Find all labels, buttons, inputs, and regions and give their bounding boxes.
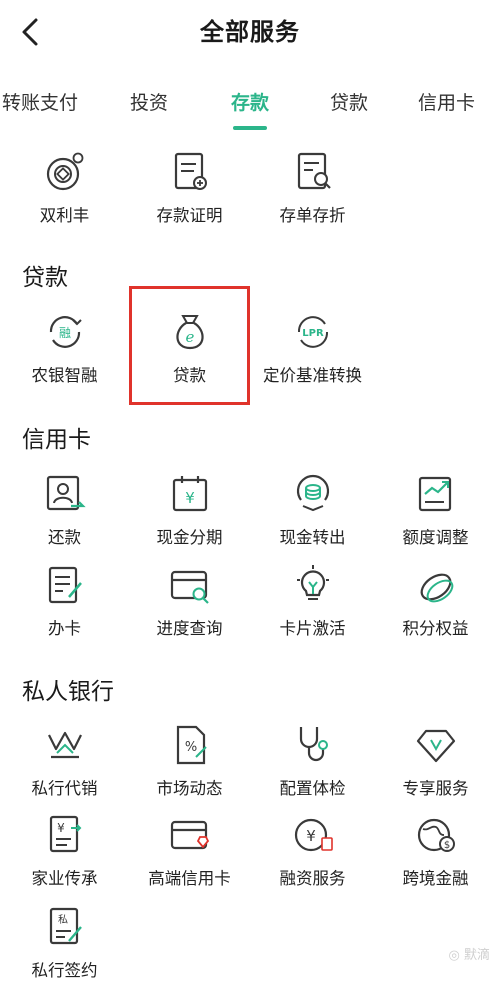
category-tabs: 转账支付 投资 存款 贷款 信用卡: [0, 82, 500, 132]
coin-ring-icon: [46, 152, 83, 191]
service-shuanglifeng[interactable]: 双利丰: [2, 150, 127, 238]
yen-circle-icon: ¥: [294, 818, 333, 852]
form-pen-icon: [48, 566, 82, 604]
section-title-loans: 贷款: [22, 265, 68, 291]
active-tab-indicator: [233, 126, 267, 130]
service-points-benefits[interactable]: 积分权益: [373, 563, 498, 651]
service-apply-card[interactable]: 办卡: [2, 563, 127, 651]
yen-calendar-icon: ¥: [172, 476, 207, 512]
globe-dollar-icon: $: [417, 818, 455, 852]
service-financing[interactable]: ¥ 融资服务: [250, 813, 375, 901]
service-label: 家业传承: [31, 869, 98, 888]
svg-text:$: $: [443, 840, 449, 851]
service-label: 配置体检: [279, 779, 346, 798]
rong-circle-icon: 融: [49, 316, 82, 348]
service-card-activation[interactable]: 卡片激活: [250, 563, 375, 651]
tab-deposit[interactable]: 存款: [231, 88, 269, 115]
service-premium-credit-card[interactable]: 高端信用卡: [127, 813, 252, 901]
service-market-news[interactable]: % 市场动态: [127, 723, 252, 811]
service-label: 农银智融: [31, 366, 98, 385]
header: 全部服务: [0, 0, 500, 64]
service-label: 存款证明: [156, 206, 223, 225]
service-label: 积分权益: [402, 619, 469, 638]
diamond-icon: [416, 729, 455, 763]
service-label: 私行代销: [31, 779, 98, 798]
service-limit-adjust[interactable]: 额度调整: [373, 472, 498, 560]
card-search-icon: [170, 570, 209, 604]
watermark: ◎ 默滴: [448, 948, 490, 963]
service-label: 卡片激活: [279, 619, 346, 638]
tab-loans[interactable]: 贷款: [330, 88, 368, 115]
stethoscope-icon: [299, 727, 328, 762]
service-progress-query[interactable]: 进度查询: [127, 563, 252, 651]
svg-text:¥: ¥: [185, 489, 195, 507]
service-private-signing[interactable]: 私 私行签约: [2, 905, 127, 993]
svg-text:LPR: LPR: [302, 328, 324, 339]
service-label: 额度调整: [402, 528, 469, 547]
service-cash-transfer[interactable]: 现金转出: [250, 472, 375, 560]
search-document-icon: [297, 152, 331, 190]
service-label: 现金转出: [279, 528, 346, 547]
lpr-icon: LPR: [297, 316, 328, 348]
premium-card-icon: [170, 820, 209, 850]
tab-investment[interactable]: 投资: [130, 88, 168, 115]
service-label: 私行签约: [31, 961, 98, 980]
yen-document-icon: ¥: [49, 815, 81, 853]
document-add-icon: [174, 152, 207, 190]
service-label: 进度查询: [156, 619, 223, 638]
service-label: 存单存折: [279, 206, 346, 225]
section-title-private-banking: 私人银行: [22, 679, 114, 705]
service-label: 定价基准转换: [263, 366, 362, 385]
service-exclusive[interactable]: 专享服务: [373, 723, 498, 811]
service-lpr-conversion[interactable]: LPR 定价基准转换: [250, 310, 375, 398]
service-family-inheritance[interactable]: ¥ 家业传承: [2, 813, 127, 901]
crown-icon: [47, 731, 82, 759]
lightbulb-icon: [296, 565, 329, 600]
svg-text:¥: ¥: [306, 827, 316, 845]
service-cross-border[interactable]: $ 跨境金融: [373, 813, 498, 901]
service-label: 办卡: [48, 619, 81, 638]
svg-text:私: 私: [58, 914, 68, 926]
service-label: 高端信用卡: [148, 869, 231, 888]
sign-document-icon: 私: [49, 907, 82, 945]
service-deposit-passbook[interactable]: 存单存折: [250, 150, 375, 238]
service-label: 现金分期: [156, 528, 223, 547]
tab-credit-card[interactable]: 信用卡: [418, 88, 475, 115]
section-title-credit-card: 信用卡: [22, 427, 91, 453]
svg-text:%: %: [184, 740, 196, 755]
svg-text:¥: ¥: [57, 821, 65, 835]
service-repay[interactable]: 还款: [2, 472, 127, 560]
service-label: 市场动态: [156, 779, 223, 798]
service-private-sales[interactable]: 私行代销: [2, 723, 127, 811]
trend-document-icon: [418, 476, 451, 512]
page-title: 全部服务: [200, 18, 300, 46]
service-portfolio-checkup[interactable]: 配置体检: [250, 723, 375, 811]
tag-icon: [420, 573, 453, 603]
service-label: 跨境金融: [402, 869, 469, 888]
service-label: 专享服务: [402, 779, 469, 798]
service-nongyin-zhirong[interactable]: 融 农银智融: [2, 310, 127, 398]
service-label: 双利丰: [39, 206, 90, 225]
service-label: 融资服务: [279, 869, 346, 888]
service-label: 还款: [48, 528, 81, 547]
tab-transfer[interactable]: 转账支付: [2, 88, 78, 115]
svg-text:融: 融: [58, 326, 70, 340]
service-deposit-certificate[interactable]: 存款证明: [127, 150, 252, 238]
service-cash-installment[interactable]: ¥ 现金分期: [127, 472, 252, 560]
highlight-box: [129, 286, 250, 405]
percent-document-icon: %: [176, 725, 207, 765]
coin-stack-icon: [296, 474, 329, 512]
repay-user-icon: [46, 475, 86, 511]
